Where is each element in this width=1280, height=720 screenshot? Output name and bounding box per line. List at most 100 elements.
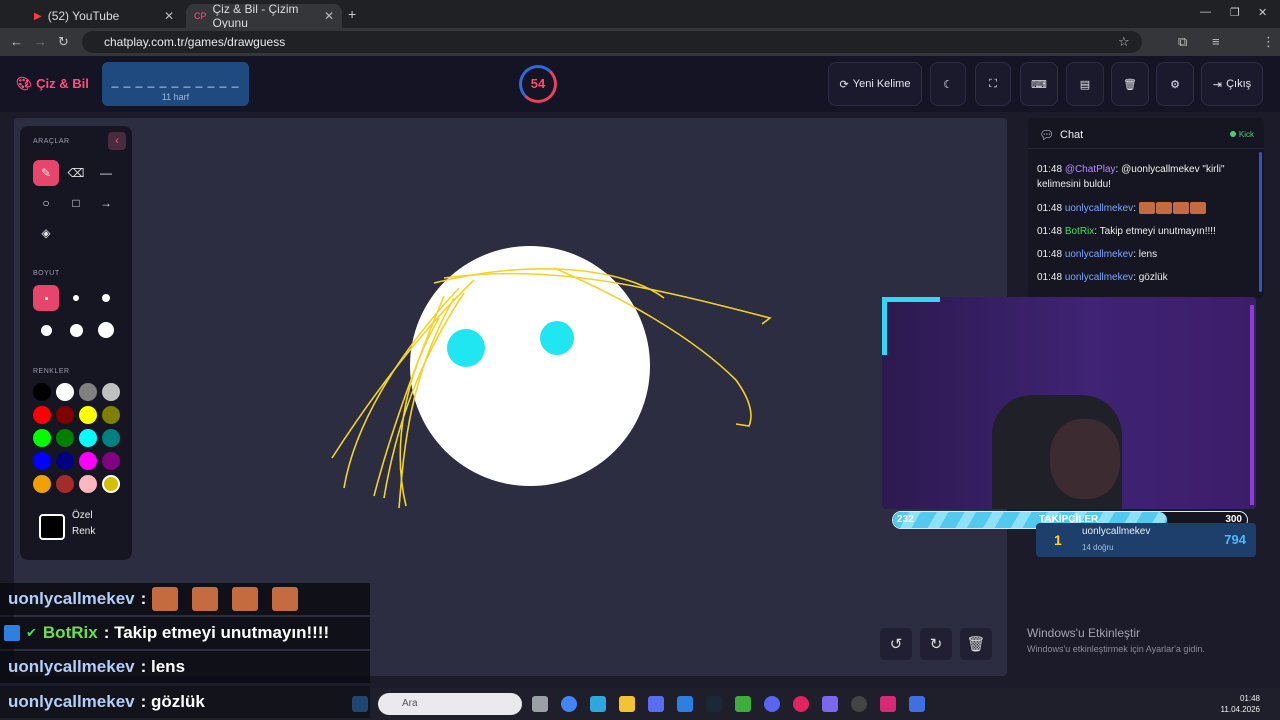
app-icon[interactable] <box>793 696 809 712</box>
emote-image <box>232 587 259 611</box>
fullscreen-button[interactable]: ⛶ <box>975 62 1011 106</box>
rectangle-tool[interactable]: □ <box>63 190 89 216</box>
arrow-tool[interactable]: → <box>93 190 119 216</box>
color-swatch[interactable] <box>79 406 97 424</box>
app-icon[interactable] <box>822 696 838 712</box>
circle-tool[interactable]: ○ <box>33 190 59 216</box>
minimize-icon[interactable]: — <box>1200 6 1211 18</box>
color-swatch[interactable] <box>33 452 51 470</box>
tab-drawguess[interactable]: CP Çiz & Bil - Çizim Oyunu ✕ <box>186 2 342 30</box>
app-icon[interactable] <box>909 696 925 712</box>
maximize-icon[interactable]: ❐ <box>1230 6 1240 19</box>
overlay-text: : gözlük <box>140 692 205 711</box>
overlay-user: uonlycallmekev <box>8 657 135 676</box>
settings-button[interactable]: ⚙ <box>1156 62 1194 106</box>
forward-icon[interactable]: → <box>34 34 47 49</box>
windows-activation-watermark: Windows'u Etkinleştir Windows'u etkinleş… <box>1027 626 1205 654</box>
color-swatch[interactable] <box>33 406 51 424</box>
fill-tool[interactable]: ◈ <box>33 220 59 246</box>
color-swatch[interactable] <box>33 475 51 493</box>
collapse-panel-button[interactable]: ‹ <box>108 132 126 150</box>
line-tool[interactable]: — <box>93 160 119 186</box>
trash-button[interactable]: 🗑︎ <box>1111 62 1149 106</box>
color-swatch[interactable] <box>79 383 97 401</box>
chat-scrollbar[interactable] <box>1259 152 1262 292</box>
discord-icon[interactable] <box>764 696 780 712</box>
color-swatch[interactable] <box>56 429 74 447</box>
new-tab-icon[interactable]: + <box>348 6 356 22</box>
tab-youtube[interactable]: ▶ (52) YouTube ✕ <box>26 4 182 28</box>
url-field[interactable]: chatplay.com.tr/games/drawguess <box>82 31 1142 53</box>
msg-user[interactable]: @ChatPlay <box>1065 164 1116 175</box>
store-icon[interactable] <box>648 696 664 712</box>
archive-button[interactable]: ▤ <box>1066 62 1104 106</box>
chrome-icon[interactable] <box>561 696 577 712</box>
file-explorer-icon[interactable] <box>619 696 635 712</box>
size-option-3[interactable] <box>93 285 119 311</box>
size-option-4[interactable] <box>33 317 59 343</box>
msg-user[interactable]: uonlycallmekev <box>1065 249 1133 260</box>
size-option-2[interactable] <box>63 285 89 311</box>
redo-button[interactable]: ↻ <box>920 628 952 660</box>
app-logo[interactable]: 🎨︎ Çiz & Bil <box>16 76 89 92</box>
color-swatch[interactable] <box>102 452 120 470</box>
color-swatch[interactable] <box>102 475 120 493</box>
instagram-icon[interactable] <box>880 696 896 712</box>
chevron-left-icon: ‹ <box>115 135 119 147</box>
exit-button[interactable]: ⇥ Çıkış <box>1201 62 1263 106</box>
color-swatch[interactable] <box>56 475 74 493</box>
theme-toggle-button[interactable]: ☾ <box>930 62 966 106</box>
minecraft-icon[interactable] <box>735 696 751 712</box>
youtube-icon: ▶ <box>34 10 42 22</box>
emote-image <box>192 587 219 611</box>
refresh-icon: ⟳ <box>839 78 849 91</box>
clear-canvas-button[interactable]: 🗑︎ <box>960 628 992 660</box>
menu-list-icon[interactable]: ≡ <box>1212 34 1220 49</box>
keyboard-button[interactable]: ⌨ <box>1020 62 1058 106</box>
size-option-5[interactable] <box>63 317 89 343</box>
reload-icon[interactable]: ↻ <box>58 34 69 50</box>
color-swatch[interactable] <box>102 406 120 424</box>
app-icon[interactable] <box>590 696 606 712</box>
color-swatch[interactable] <box>33 429 51 447</box>
paint-bucket-icon: ◈ <box>41 226 51 240</box>
msg-user[interactable]: uonlycallmekev <box>1065 203 1133 214</box>
task-view-icon[interactable] <box>532 696 548 712</box>
exit-icon: ⇥ <box>1212 78 1223 91</box>
brush-tool[interactable]: ✎ <box>33 160 59 186</box>
msg-user[interactable]: BotRix <box>1065 226 1094 237</box>
steam-icon[interactable] <box>706 696 722 712</box>
taskbar-clock[interactable]: 01:48 11.04.2026 <box>1221 693 1260 715</box>
custom-color-button[interactable]: Özel Renk <box>36 508 120 548</box>
color-swatch[interactable] <box>79 475 97 493</box>
tools-heading: ARAÇLAR <box>33 138 70 145</box>
color-swatch[interactable] <box>56 452 74 470</box>
drawn-eye-left <box>447 329 485 367</box>
color-swatch[interactable] <box>56 383 74 401</box>
color-swatch[interactable] <box>79 452 97 470</box>
color-swatch[interactable] <box>102 383 120 401</box>
watermark-subtitle: Windows'u etkinleştirmek için Ayarlar'a … <box>1027 644 1205 654</box>
mail-icon[interactable] <box>677 696 693 712</box>
new-word-button[interactable]: ⟳ Yeni Kelime <box>828 62 922 106</box>
msg-text: : Takip etmeyi unutmayın!!!! <box>1094 226 1216 237</box>
msg-text: : <box>1133 203 1136 214</box>
taskbar-search[interactable]: Ara <box>378 693 522 715</box>
more-icon[interactable]: ⋮ <box>1262 34 1275 50</box>
undo-button[interactable]: ↺ <box>880 628 912 660</box>
color-swatch[interactable] <box>33 383 51 401</box>
extensions-icon[interactable]: ⧉ <box>1178 34 1187 50</box>
close-icon[interactable]: ✕ <box>324 9 334 23</box>
color-swatch[interactable] <box>56 406 74 424</box>
size-option-6[interactable] <box>93 317 119 343</box>
close-window-icon[interactable]: ✕ <box>1258 6 1267 19</box>
close-icon[interactable]: ✕ <box>164 9 174 23</box>
color-swatch[interactable] <box>79 429 97 447</box>
eraser-tool[interactable]: ⌫ <box>63 160 89 186</box>
msg-user[interactable]: uonlycallmekev <box>1065 272 1133 283</box>
app-icon[interactable] <box>851 696 867 712</box>
star-icon[interactable]: ☆ <box>1118 34 1130 50</box>
back-icon[interactable]: ← <box>10 34 23 49</box>
color-swatch[interactable] <box>102 429 120 447</box>
size-option-1[interactable] <box>33 285 59 311</box>
